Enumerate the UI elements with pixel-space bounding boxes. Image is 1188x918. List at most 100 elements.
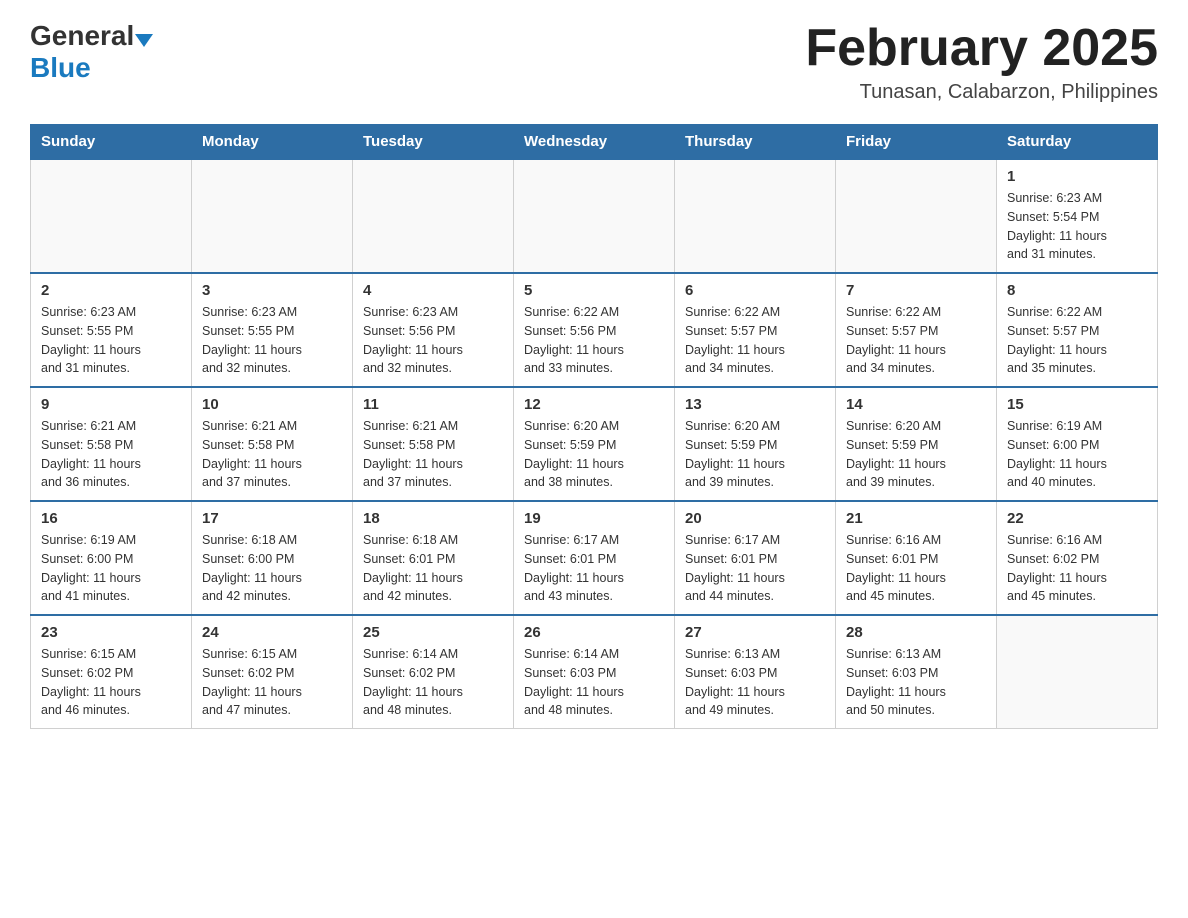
- day-info: Sunrise: 6:23 AM Sunset: 5:56 PM Dayligh…: [363, 303, 503, 378]
- calendar-cell: 12 Sunrise: 6:20 AM Sunset: 5:59 PM Dayli…: [514, 387, 675, 501]
- calendar-week-row: 23 Sunrise: 6:15 AM Sunset: 6:02 PM Dayli…: [31, 615, 1158, 729]
- calendar-cell: [836, 159, 997, 273]
- calendar-cell: 18 Sunrise: 6:18 AM Sunset: 6:01 PM Dayli…: [353, 501, 514, 615]
- calendar-cell: 28 Sunrise: 6:13 AM Sunset: 6:03 PM Dayli…: [836, 615, 997, 729]
- day-number: 18: [363, 510, 503, 527]
- day-number: 3: [202, 282, 342, 299]
- day-number: 27: [685, 624, 825, 641]
- calendar-cell: [675, 159, 836, 273]
- day-info: Sunrise: 6:18 AM Sunset: 6:01 PM Dayligh…: [363, 531, 503, 606]
- day-info: Sunrise: 6:21 AM Sunset: 5:58 PM Dayligh…: [41, 417, 181, 492]
- day-info: Sunrise: 6:13 AM Sunset: 6:03 PM Dayligh…: [846, 645, 986, 720]
- calendar-cell: 19 Sunrise: 6:17 AM Sunset: 6:01 PM Dayli…: [514, 501, 675, 615]
- day-info: Sunrise: 6:22 AM Sunset: 5:57 PM Dayligh…: [685, 303, 825, 378]
- day-info: Sunrise: 6:16 AM Sunset: 6:02 PM Dayligh…: [1007, 531, 1147, 606]
- day-number: 1: [1007, 168, 1147, 185]
- weekday-header-tuesday: Tuesday: [353, 125, 514, 160]
- day-info: Sunrise: 6:21 AM Sunset: 5:58 PM Dayligh…: [363, 417, 503, 492]
- calendar-cell: 27 Sunrise: 6:13 AM Sunset: 6:03 PM Dayli…: [675, 615, 836, 729]
- logo-triangle-icon: [135, 34, 153, 47]
- day-info: Sunrise: 6:15 AM Sunset: 6:02 PM Dayligh…: [202, 645, 342, 720]
- calendar-cell: 2 Sunrise: 6:23 AM Sunset: 5:55 PM Daylig…: [31, 273, 192, 387]
- calendar-cell: 6 Sunrise: 6:22 AM Sunset: 5:57 PM Daylig…: [675, 273, 836, 387]
- calendar-cell: 21 Sunrise: 6:16 AM Sunset: 6:01 PM Dayli…: [836, 501, 997, 615]
- calendar-cell: 22 Sunrise: 6:16 AM Sunset: 6:02 PM Dayli…: [997, 501, 1158, 615]
- calendar-cell: 7 Sunrise: 6:22 AM Sunset: 5:57 PM Daylig…: [836, 273, 997, 387]
- day-info: Sunrise: 6:17 AM Sunset: 6:01 PM Dayligh…: [685, 531, 825, 606]
- day-number: 16: [41, 510, 181, 527]
- weekday-header-friday: Friday: [836, 125, 997, 160]
- calendar-cell: 20 Sunrise: 6:17 AM Sunset: 6:01 PM Dayli…: [675, 501, 836, 615]
- page-header: General Blue February 2025 Tunasan, Cala…: [30, 20, 1158, 104]
- weekday-header-thursday: Thursday: [675, 125, 836, 160]
- day-info: Sunrise: 6:17 AM Sunset: 6:01 PM Dayligh…: [524, 531, 664, 606]
- day-number: 6: [685, 282, 825, 299]
- day-info: Sunrise: 6:16 AM Sunset: 6:01 PM Dayligh…: [846, 531, 986, 606]
- calendar-cell: [192, 159, 353, 273]
- day-number: 2: [41, 282, 181, 299]
- day-number: 17: [202, 510, 342, 527]
- day-number: 20: [685, 510, 825, 527]
- day-number: 13: [685, 396, 825, 413]
- day-info: Sunrise: 6:15 AM Sunset: 6:02 PM Dayligh…: [41, 645, 181, 720]
- day-info: Sunrise: 6:20 AM Sunset: 5:59 PM Dayligh…: [846, 417, 986, 492]
- day-info: Sunrise: 6:22 AM Sunset: 5:56 PM Dayligh…: [524, 303, 664, 378]
- calendar-cell: 16 Sunrise: 6:19 AM Sunset: 6:00 PM Dayli…: [31, 501, 192, 615]
- calendar-cell: 11 Sunrise: 6:21 AM Sunset: 5:58 PM Dayli…: [353, 387, 514, 501]
- day-number: 12: [524, 396, 664, 413]
- day-number: 23: [41, 624, 181, 641]
- day-number: 22: [1007, 510, 1147, 527]
- day-number: 19: [524, 510, 664, 527]
- calendar-cell: 25Sunrise: 6:14 AM Sunset: 6:02 PM Dayli…: [353, 615, 514, 729]
- day-info: Sunrise: 6:18 AM Sunset: 6:00 PM Dayligh…: [202, 531, 342, 606]
- logo-blue-text: Blue: [30, 52, 91, 83]
- day-info: Sunrise: 6:20 AM Sunset: 5:59 PM Dayligh…: [524, 417, 664, 492]
- day-info: Sunrise: 6:23 AM Sunset: 5:55 PM Dayligh…: [41, 303, 181, 378]
- title-block: February 2025 Tunasan, Calabarzon, Phili…: [805, 20, 1158, 104]
- day-number: 15: [1007, 396, 1147, 413]
- day-info: Sunrise: 6:23 AM Sunset: 5:54 PM Dayligh…: [1007, 189, 1147, 264]
- calendar-cell: [997, 615, 1158, 729]
- calendar-cell: 14Sunrise: 6:20 AM Sunset: 5:59 PM Dayli…: [836, 387, 997, 501]
- calendar-week-row: 9 Sunrise: 6:21 AM Sunset: 5:58 PM Daylig…: [31, 387, 1158, 501]
- calendar-cell: 4 Sunrise: 6:23 AM Sunset: 5:56 PM Daylig…: [353, 273, 514, 387]
- day-number: 9: [41, 396, 181, 413]
- calendar-cell: 13Sunrise: 6:20 AM Sunset: 5:59 PM Dayli…: [675, 387, 836, 501]
- logo-general-text: General: [30, 20, 153, 52]
- day-info: Sunrise: 6:22 AM Sunset: 5:57 PM Dayligh…: [1007, 303, 1147, 378]
- day-info: Sunrise: 6:22 AM Sunset: 5:57 PM Dayligh…: [846, 303, 986, 378]
- day-info: Sunrise: 6:19 AM Sunset: 6:00 PM Dayligh…: [41, 531, 181, 606]
- day-number: 8: [1007, 282, 1147, 299]
- calendar-cell: 23 Sunrise: 6:15 AM Sunset: 6:02 PM Dayli…: [31, 615, 192, 729]
- day-number: 21: [846, 510, 986, 527]
- month-title: February 2025: [805, 20, 1158, 77]
- calendar-cell: 26 Sunrise: 6:14 AM Sunset: 6:03 PM Dayli…: [514, 615, 675, 729]
- calendar-cell: 24 Sunrise: 6:15 AM Sunset: 6:02 PM Dayli…: [192, 615, 353, 729]
- calendar-header-row: SundayMondayTuesdayWednesdayThursdayFrid…: [31, 125, 1158, 160]
- calendar-week-row: 16 Sunrise: 6:19 AM Sunset: 6:00 PM Dayli…: [31, 501, 1158, 615]
- day-number: 26: [524, 624, 664, 641]
- calendar-cell: 1 Sunrise: 6:23 AM Sunset: 5:54 PM Daylig…: [997, 159, 1158, 273]
- calendar-cell: [514, 159, 675, 273]
- day-number: 4: [363, 282, 503, 299]
- calendar-cell: [31, 159, 192, 273]
- calendar-cell: 9 Sunrise: 6:21 AM Sunset: 5:58 PM Daylig…: [31, 387, 192, 501]
- day-info: Sunrise: 6:23 AM Sunset: 5:55 PM Dayligh…: [202, 303, 342, 378]
- calendar-week-row: 2 Sunrise: 6:23 AM Sunset: 5:55 PM Daylig…: [31, 273, 1158, 387]
- day-number: 5: [524, 282, 664, 299]
- day-number: 11: [363, 396, 503, 413]
- calendar-cell: [353, 159, 514, 273]
- day-info: Sunrise: 6:21 AM Sunset: 5:58 PM Dayligh…: [202, 417, 342, 492]
- day-number: 7: [846, 282, 986, 299]
- calendar-table: SundayMondayTuesdayWednesdayThursdayFrid…: [30, 124, 1158, 729]
- weekday-header-monday: Monday: [192, 125, 353, 160]
- calendar-cell: 17 Sunrise: 6:18 AM Sunset: 6:00 PM Dayli…: [192, 501, 353, 615]
- day-info: Sunrise: 6:13 AM Sunset: 6:03 PM Dayligh…: [685, 645, 825, 720]
- day-number: 10: [202, 396, 342, 413]
- weekday-header-wednesday: Wednesday: [514, 125, 675, 160]
- day-number: 24: [202, 624, 342, 641]
- day-info: Sunrise: 6:14 AM Sunset: 6:03 PM Dayligh…: [524, 645, 664, 720]
- day-number: 25: [363, 624, 503, 641]
- calendar-cell: 8 Sunrise: 6:22 AM Sunset: 5:57 PM Daylig…: [997, 273, 1158, 387]
- day-number: 28: [846, 624, 986, 641]
